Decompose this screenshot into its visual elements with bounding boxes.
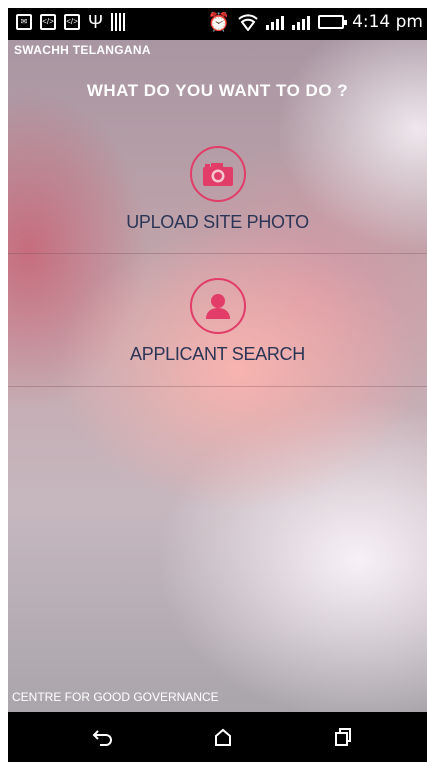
upload-site-photo-button[interactable]: UPLOAD SITE PHOTO [8, 146, 427, 254]
app-screen: ✉ </> </> Ψ ⏰ 4:14 pm SWACHH TELANGANA W… [8, 8, 427, 762]
camera-icon [202, 163, 233, 186]
upload-site-photo-label: UPLOAD SITE PHOTO [126, 212, 309, 232]
applicant-search-label: APPLICANT SEARCH [130, 344, 305, 364]
code-icon: </> [64, 14, 80, 30]
code-icon: </> [40, 14, 56, 30]
upload-icon-circle [189, 146, 246, 202]
usb-icon: Ψ [88, 12, 104, 32]
home-icon[interactable] [210, 724, 236, 750]
status-bar: ✉ </> </> Ψ ⏰ 4:14 pm [8, 8, 427, 40]
alarm-icon: ⏰ [207, 12, 231, 32]
status-right-icons: ⏰ 4:14 pm [208, 12, 423, 32]
applicant-search-button[interactable]: APPLICANT SEARCH [8, 278, 427, 386]
page-question: WHAT DO YOU WANT TO DO ? [86, 81, 349, 100]
footer-text: CENTRE FOR GOOD GOVERNANCE [12, 690, 219, 704]
person-icon [205, 294, 230, 319]
app-title: SWACHH TELANGANA [14, 43, 151, 57]
wifi-icon [238, 14, 258, 31]
back-icon[interactable] [90, 724, 116, 750]
notification-icon: ✉ [16, 14, 32, 30]
signal-icon [266, 14, 285, 30]
battery-icon [318, 15, 348, 29]
navigation-bar [8, 712, 427, 762]
divider [8, 253, 427, 254]
divider [8, 386, 427, 387]
recent-apps-icon[interactable] [330, 724, 356, 750]
status-left-icons: ✉ </> </> Ψ [16, 12, 128, 32]
barcode-icon [111, 13, 128, 31]
search-icon-circle [189, 278, 246, 334]
status-time: 4:14 pm [352, 12, 423, 32]
signal-icon [292, 14, 311, 30]
